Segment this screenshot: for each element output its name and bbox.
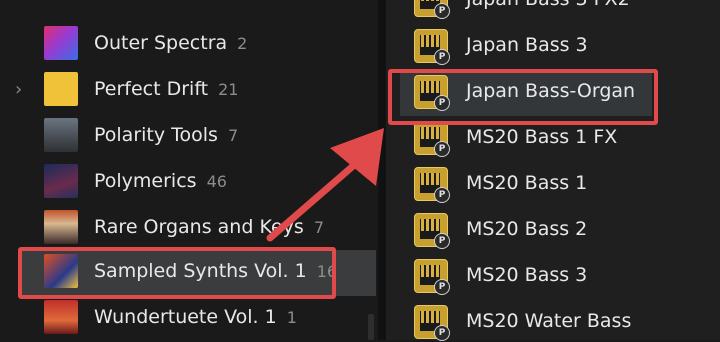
library-name: Rare Organs and Keys 7: [94, 216, 324, 238]
highlight-box-preset: [388, 69, 658, 125]
library-thumbnail: [44, 72, 78, 106]
library-thumbnail: [44, 26, 78, 60]
library-item[interactable]: Rare Organs and Keys 7: [0, 206, 376, 252]
library-label: Perfect Drift: [94, 78, 209, 100]
library-count: 46: [206, 172, 227, 191]
library-thumbnail: [44, 210, 78, 244]
library-name: Perfect Drift 21: [94, 78, 238, 100]
library-count: 7: [313, 218, 324, 237]
p-badge-icon: P: [434, 187, 450, 203]
library-count: 1: [286, 308, 297, 327]
library-name: Outer Spectra 2: [94, 32, 247, 54]
library-label: Polarity Tools: [94, 124, 218, 146]
preset-name[interactable]: MS20 Bass 2: [466, 218, 587, 240]
preset-piano-icon: P: [414, 305, 450, 341]
library-count: 21: [218, 80, 239, 99]
library-label: Wundertuete Vol. 1: [94, 306, 277, 328]
library-item[interactable]: Outer Spectra 2: [0, 22, 376, 68]
chevron-right-icon[interactable]: ›: [15, 80, 29, 100]
library-item[interactable]: Polarity Tools 7: [0, 114, 376, 160]
preset-piano-icon: P: [414, 167, 450, 203]
library-label: Polymerics: [94, 170, 197, 192]
p-badge-icon: P: [434, 3, 450, 19]
preset-piano-icon: P: [414, 213, 450, 249]
library-item[interactable]: › Perfect Drift 21: [0, 68, 376, 114]
p-badge-icon: P: [434, 49, 450, 65]
preset-name[interactable]: MS20 Bass 1: [466, 172, 587, 194]
library-label: Outer Spectra: [94, 32, 228, 54]
library-thumbnail: [44, 164, 78, 198]
preset-name[interactable]: MS20 Bass 1 FX: [466, 126, 617, 148]
library-thumbnail: [44, 118, 78, 152]
preset-piano-icon: P: [414, 121, 450, 157]
library-item[interactable]: Polymerics 46: [0, 160, 376, 206]
library-name: Polymerics 46: [94, 170, 227, 192]
pane-divider[interactable]: [378, 0, 386, 340]
p-badge-icon: P: [434, 279, 450, 295]
preset-name[interactable]: Japan Bass 3: [466, 34, 588, 56]
highlight-box-library: [18, 247, 336, 299]
preset-piano-icon: P: [414, 259, 450, 295]
preset-piano-icon: P: [414, 0, 450, 19]
scrollbar[interactable]: [368, 314, 374, 340]
p-badge-icon: P: [434, 141, 450, 157]
p-badge-icon: P: [434, 325, 450, 341]
library-item[interactable]: Wundertuete Vol. 1 1: [0, 296, 376, 342]
library-label: Rare Organs and Keys: [94, 216, 304, 238]
preset-name[interactable]: Japan Bass 3 FX2: [466, 0, 630, 10]
preset-piano-icon: P: [414, 29, 450, 65]
library-name: Polarity Tools 7: [94, 124, 238, 146]
library-count: 2: [237, 34, 248, 53]
library-name: Wundertuete Vol. 1 1: [94, 306, 297, 328]
library-thumbnail: [44, 300, 78, 334]
preset-name[interactable]: MS20 Bass 3: [466, 264, 587, 286]
library-count: 7: [227, 126, 239, 145]
preset-name[interactable]: MS20 Water Bass: [466, 310, 631, 332]
p-badge-icon: P: [434, 233, 450, 249]
